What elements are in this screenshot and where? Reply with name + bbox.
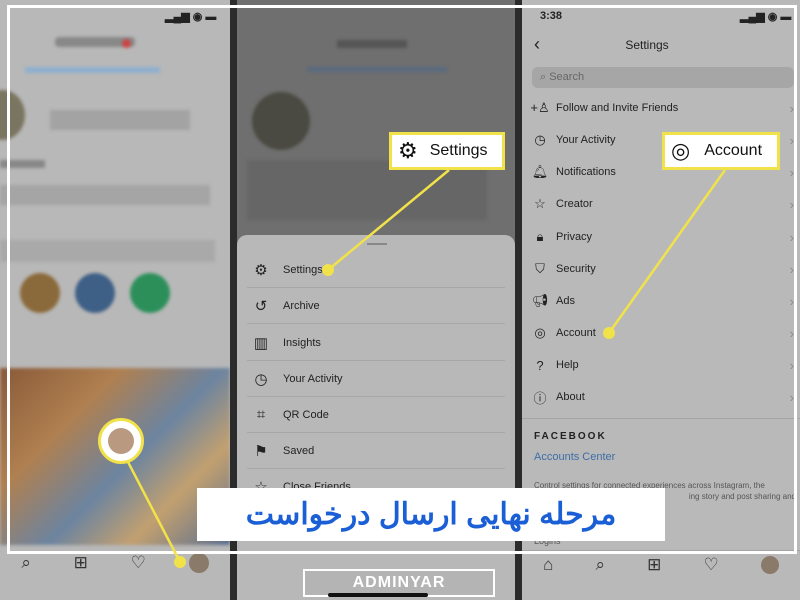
settings-callout: ⚙ Settings (389, 132, 505, 170)
account-connector-dot (603, 327, 615, 339)
gear-icon: ⚙ (398, 138, 418, 163)
account-icon: ◎ (671, 138, 691, 163)
settings-connector-dot (322, 264, 334, 276)
settings-connector-line (327, 169, 450, 271)
profile-connector-dot (174, 556, 186, 568)
account-connector-line (607, 169, 727, 334)
profile-connector-line (126, 461, 182, 563)
account-callout: ◎ Account (662, 132, 780, 170)
home-indicator (328, 593, 428, 597)
caption-banner: مرحله نهایی ارسال درخواست (197, 488, 665, 541)
